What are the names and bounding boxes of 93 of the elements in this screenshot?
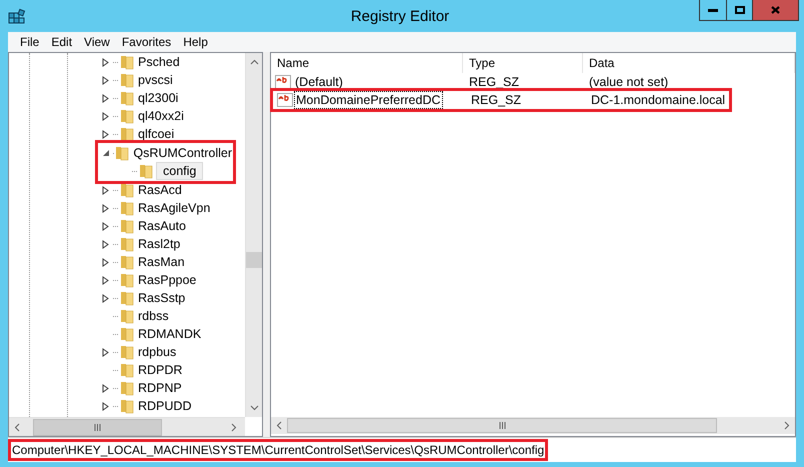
value-type: REG_SZ — [468, 74, 520, 91]
maximize-button[interactable] — [727, 0, 753, 21]
collapsed-arrow-icon[interactable] — [102, 130, 110, 138]
scroll-up-icon[interactable] — [250, 59, 258, 65]
expanded-arrow-icon[interactable] — [102, 149, 110, 157]
folder-icon — [138, 163, 154, 179]
collapsed-arrow-icon[interactable] — [102, 76, 110, 84]
scroll-right-icon[interactable] — [231, 422, 237, 432]
tree-item[interactable]: Psched — [137, 54, 181, 70]
tree-item[interactable]: RasAcd — [137, 182, 183, 198]
scroll-thumb[interactable] — [33, 418, 162, 436]
tree-item[interactable]: RDPUDD — [137, 398, 192, 414]
collapsed-arrow-icon[interactable] — [102, 348, 110, 356]
collapsed-arrow-icon[interactable] — [102, 112, 110, 120]
tree-item[interactable]: QsRUMController — [132, 145, 233, 161]
scroll-thumb[interactable] — [246, 252, 262, 268]
value-type: REG_SZ — [470, 92, 522, 109]
collapsed-arrow-icon[interactable] — [102, 258, 110, 266]
collapsed-arrow-icon[interactable] — [102, 58, 110, 66]
window-title: Registry Editor — [350, 7, 450, 27]
tree-item[interactable]: RasMan — [137, 254, 186, 270]
tree-item[interactable]: RasAgileVpn — [137, 200, 212, 216]
folder-icon — [119, 362, 135, 378]
scroll-left-icon[interactable] — [14, 422, 20, 432]
scroll-thumb[interactable] — [287, 418, 717, 433]
tree-item[interactable]: rdbss — [137, 308, 170, 324]
tree-item[interactable]: Rasl2tp — [137, 236, 182, 252]
collapsed-arrow-icon[interactable] — [102, 94, 110, 102]
tree-item[interactable]: RDMANDK — [137, 326, 202, 342]
value-data: DC-1.mondomaine.local — [590, 92, 726, 109]
tree-item[interactable]: RDPNP — [137, 380, 183, 396]
folder-icon — [119, 236, 135, 252]
collapsed-arrow-icon[interactable] — [102, 294, 110, 302]
collapsed-arrow-icon[interactable] — [102, 222, 110, 230]
value-name[interactable]: (Default) — [293, 73, 345, 91]
folder-icon — [119, 126, 135, 142]
folder-icon — [119, 182, 135, 198]
tree-item[interactable]: config — [156, 162, 204, 180]
value-name[interactable]: MonDomainePreferredDC — [294, 91, 443, 109]
folder-icon — [119, 108, 135, 124]
tree-item[interactable]: RasAuto — [137, 218, 187, 234]
minimize-button[interactable] — [699, 0, 727, 21]
grip-icon — [94, 424, 101, 430]
folder-icon — [119, 90, 135, 106]
registry-icon — [8, 7, 28, 25]
folder-icon — [119, 218, 135, 234]
horizontal-scrollbar[interactable] — [9, 417, 245, 436]
scroll-right-icon[interactable] — [784, 421, 790, 430]
column-header[interactable]: Name — [271, 53, 463, 73]
scroll-left-icon[interactable] — [276, 421, 282, 430]
folder-icon — [119, 398, 135, 414]
collapsed-arrow-icon[interactable] — [102, 402, 110, 410]
folder-icon — [119, 54, 135, 70]
folder-icon — [119, 254, 135, 270]
tree-item[interactable]: ql40xx2i — [137, 108, 185, 124]
folder-icon — [119, 200, 135, 216]
horizontal-scrollbar[interactable] — [271, 417, 795, 434]
close-button[interactable] — [753, 0, 799, 21]
vertical-scrollbar[interactable] — [245, 53, 262, 417]
collapsed-arrow-icon[interactable] — [102, 204, 110, 212]
column-header[interactable]: Data — [583, 53, 795, 73]
folder-icon — [119, 72, 135, 88]
folder-icon — [119, 326, 135, 342]
collapsed-arrow-icon[interactable] — [102, 276, 110, 284]
menu-item[interactable]: Edit — [45, 32, 78, 52]
menu-item[interactable]: Help — [177, 32, 214, 52]
collapsed-arrow-icon[interactable] — [102, 240, 110, 248]
close-icon — [771, 6, 780, 14]
tree-item[interactable]: ql2300i — [137, 90, 180, 106]
scroll-down-icon[interactable] — [250, 405, 258, 411]
folder-icon — [119, 308, 135, 324]
tree-item[interactable]: RDPDR — [137, 362, 184, 378]
folder-icon — [114, 145, 130, 161]
status-path: Computer\HKEY_LOCAL_MACHINE\SYSTEM\CurrentControlSet\Services\QsRUMController\config — [8, 439, 548, 461]
string-value-icon — [277, 93, 293, 107]
grip-icon — [498, 422, 506, 429]
tree-item[interactable]: qlfcoei — [137, 126, 176, 142]
tree-item[interactable]: pvscsi — [137, 72, 174, 88]
value-data: (value not set) — [588, 74, 668, 91]
folder-icon — [119, 344, 135, 360]
tree-item[interactable]: RasPppoe — [137, 272, 198, 288]
menu-item[interactable]: Favorites — [116, 32, 178, 52]
column-header[interactable]: Type — [463, 53, 583, 73]
string-value-icon — [275, 75, 291, 89]
tree-item[interactable]: rdpbus — [137, 344, 178, 360]
folder-icon — [119, 380, 135, 396]
tree-item[interactable]: RasSstp — [137, 290, 186, 306]
menu-item[interactable]: View — [78, 32, 116, 52]
collapsed-arrow-icon[interactable] — [102, 384, 110, 392]
folder-icon — [119, 272, 135, 288]
folder-icon — [119, 290, 135, 306]
collapsed-arrow-icon[interactable] — [102, 186, 110, 194]
menu-item[interactable]: File — [14, 32, 46, 52]
